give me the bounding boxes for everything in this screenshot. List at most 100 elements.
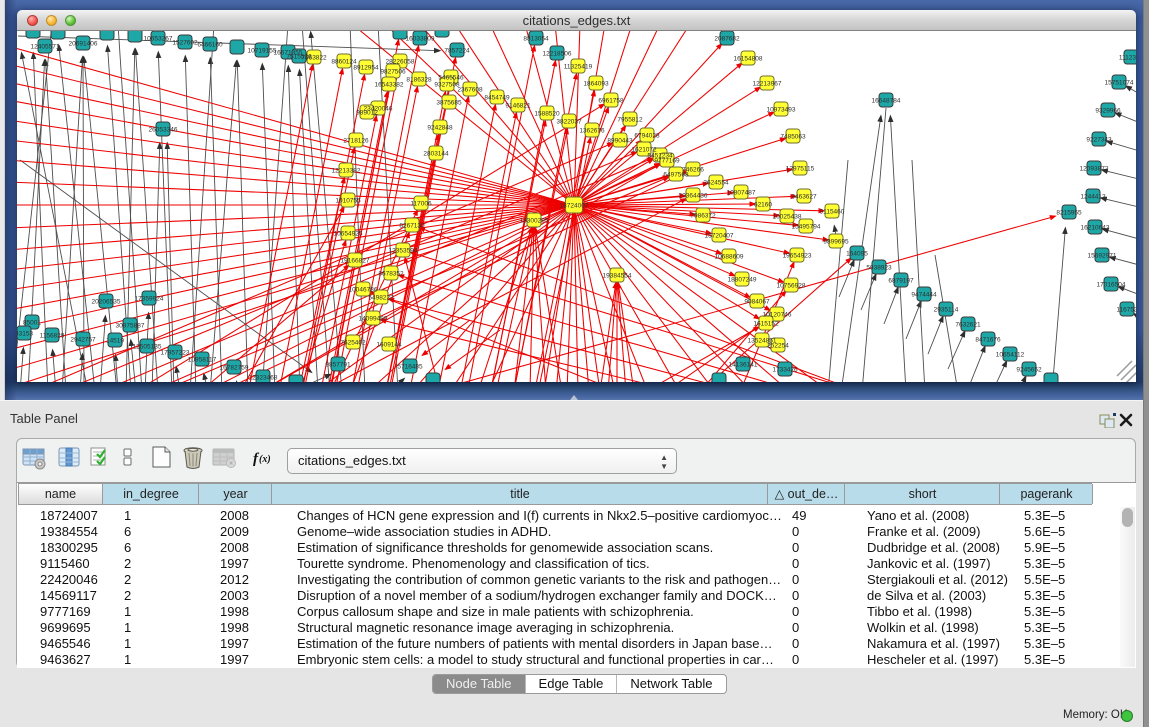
- svg-text:14519: 14519: [106, 338, 124, 345]
- svg-text:10973493: 10973493: [767, 107, 796, 114]
- svg-text:18807249: 18807249: [728, 277, 757, 284]
- svg-text:8471676: 8471676: [975, 337, 1001, 344]
- svg-text:3822037: 3822037: [556, 119, 582, 126]
- svg-text:10719155: 10719155: [248, 48, 277, 55]
- svg-text:12213967: 12213967: [753, 81, 782, 88]
- svg-text:1864093: 1864093: [583, 81, 609, 88]
- svg-text:62160: 62160: [754, 202, 772, 209]
- svg-text:17359924: 17359924: [135, 296, 164, 303]
- svg-text:19166827: 19166827: [341, 258, 370, 265]
- svg-text:9115460: 9115460: [820, 209, 845, 216]
- svg-text:1010755: 1010755: [335, 198, 361, 205]
- svg-text:30975887: 30975887: [116, 323, 145, 330]
- svg-text:12975115: 12975115: [786, 166, 815, 173]
- svg-text:10654925: 10654925: [334, 231, 363, 238]
- svg-text:6497568: 6497568: [663, 172, 689, 179]
- svg-text:26053346: 26053346: [149, 127, 178, 134]
- svg-text:8215955: 8215955: [1056, 210, 1082, 217]
- svg-text:1527602: 1527602: [172, 40, 198, 47]
- svg-text:20364436: 20364436: [679, 193, 708, 200]
- svg-text:2803144: 2803144: [423, 151, 449, 158]
- svg-text:9327508: 9327508: [434, 82, 460, 89]
- svg-text:85001: 85001: [23, 320, 41, 327]
- svg-text:1362676: 1362676: [579, 128, 605, 135]
- svg-text:2087682: 2087682: [714, 36, 740, 43]
- svg-text:17957223: 17957223: [161, 350, 190, 357]
- svg-text:19384554: 19384554: [603, 273, 632, 280]
- svg-text:3624554: 3624554: [703, 180, 729, 187]
- svg-text:8912954: 8912954: [353, 65, 379, 72]
- svg-text:10958117: 10958117: [188, 357, 217, 364]
- svg-text:6961758: 6961758: [598, 98, 624, 105]
- svg-text:2935114: 2935114: [934, 307, 959, 314]
- svg-text:1244413: 1244413: [1080, 194, 1106, 201]
- svg-text:8990443: 8990443: [607, 138, 633, 145]
- svg-text:1609144: 1609144: [376, 342, 402, 349]
- svg-text:16033809: 16033809: [406, 36, 435, 43]
- svg-text:15692971: 15692971: [1088, 253, 1117, 260]
- svg-text:18724007: 18724007: [560, 203, 589, 210]
- svg-text:9777169: 9777169: [654, 158, 680, 165]
- svg-text:1733426: 1733426: [772, 367, 798, 374]
- svg-text:12505135: 12505135: [133, 344, 162, 351]
- svg-text:7663822: 7663822: [301, 55, 327, 62]
- svg-text:16543382: 16543382: [375, 82, 404, 89]
- svg-text:10688609: 10688609: [715, 254, 744, 261]
- svg-text:1615152: 1615152: [753, 321, 779, 328]
- svg-text:7485063: 7485063: [780, 134, 806, 141]
- svg-text:9329966: 9329966: [1095, 108, 1121, 115]
- svg-text:10653267: 10653267: [144, 36, 173, 43]
- svg-text:989012: 989012: [356, 110, 378, 117]
- svg-text:9242848: 9242848: [427, 125, 453, 132]
- svg-text:9227343: 9227343: [1086, 137, 1112, 144]
- svg-text:5938923: 5938923: [866, 265, 892, 272]
- svg-text:33153: 33153: [17, 331, 33, 338]
- svg-text:252254: 252254: [767, 343, 789, 350]
- svg-text:15751074: 15751074: [1105, 80, 1134, 87]
- svg-text:6794028: 6794028: [634, 133, 660, 140]
- svg-text:5465546: 5465546: [438, 75, 464, 82]
- svg-text:19654923: 19654923: [783, 253, 812, 260]
- svg-text:6466160: 6466160: [197, 42, 223, 49]
- svg-text:16210643: 16210643: [1081, 225, 1110, 232]
- svg-text:10025438: 10025438: [773, 214, 802, 221]
- svg-text:8813054: 8813054: [523, 36, 549, 43]
- svg-text:15495794: 15495794: [792, 224, 821, 231]
- svg-text:9827506: 9827506: [380, 69, 406, 76]
- svg-text:12093872: 12093872: [1080, 166, 1109, 173]
- svg-text:12213382: 12213382: [332, 168, 361, 175]
- svg-text:5716485: 5716485: [397, 364, 423, 371]
- svg-text:2367608: 2367608: [457, 87, 483, 94]
- svg-text:1156829: 1156829: [40, 333, 65, 340]
- svg-text:9463627: 9463627: [791, 194, 817, 201]
- svg-text:7625402: 7625402: [340, 340, 366, 347]
- svg-text:117006: 117006: [410, 201, 432, 208]
- svg-text:14136141: 14136141: [729, 362, 758, 369]
- svg-text:2718126: 2718126: [343, 138, 369, 145]
- svg-text:28226058: 28226058: [386, 59, 415, 66]
- svg-text:7986372: 7986372: [690, 213, 716, 220]
- svg-text:9857791: 9857791: [325, 362, 351, 369]
- svg-text:20691406: 20691406: [69, 41, 98, 48]
- svg-text:3875685: 3875685: [436, 100, 462, 107]
- svg-text:12353594: 12353594: [389, 248, 418, 255]
- svg-text:16154808: 16154808: [734, 56, 763, 63]
- svg-text:16782759: 16782759: [220, 365, 249, 372]
- svg-text:8186328: 8186328: [406, 77, 432, 84]
- svg-text:8454749: 8454749: [484, 95, 510, 102]
- svg-text:14099489: 14099489: [359, 316, 388, 323]
- svg-text:16648784: 16648784: [872, 98, 901, 105]
- svg-text:116753: 116753: [1116, 307, 1136, 314]
- svg-text:10120746: 10120746: [763, 312, 792, 319]
- svg-text:12405571: 12405571: [31, 44, 60, 51]
- svg-text:9899695: 9899695: [823, 239, 849, 246]
- svg-text:10046786: 10046786: [349, 287, 378, 294]
- svg-text:10756928: 10756928: [777, 283, 806, 290]
- svg-text:10807487: 10807487: [727, 190, 756, 197]
- svg-text:9084067: 9084067: [744, 299, 770, 306]
- svg-text:10654112: 10654112: [996, 352, 1025, 359]
- svg-text:8267130: 8267130: [399, 223, 425, 230]
- svg-text:7955812: 7955812: [617, 117, 643, 124]
- svg-text:17016504: 17016504: [1097, 282, 1126, 289]
- svg-text:1588520: 1588520: [534, 111, 560, 118]
